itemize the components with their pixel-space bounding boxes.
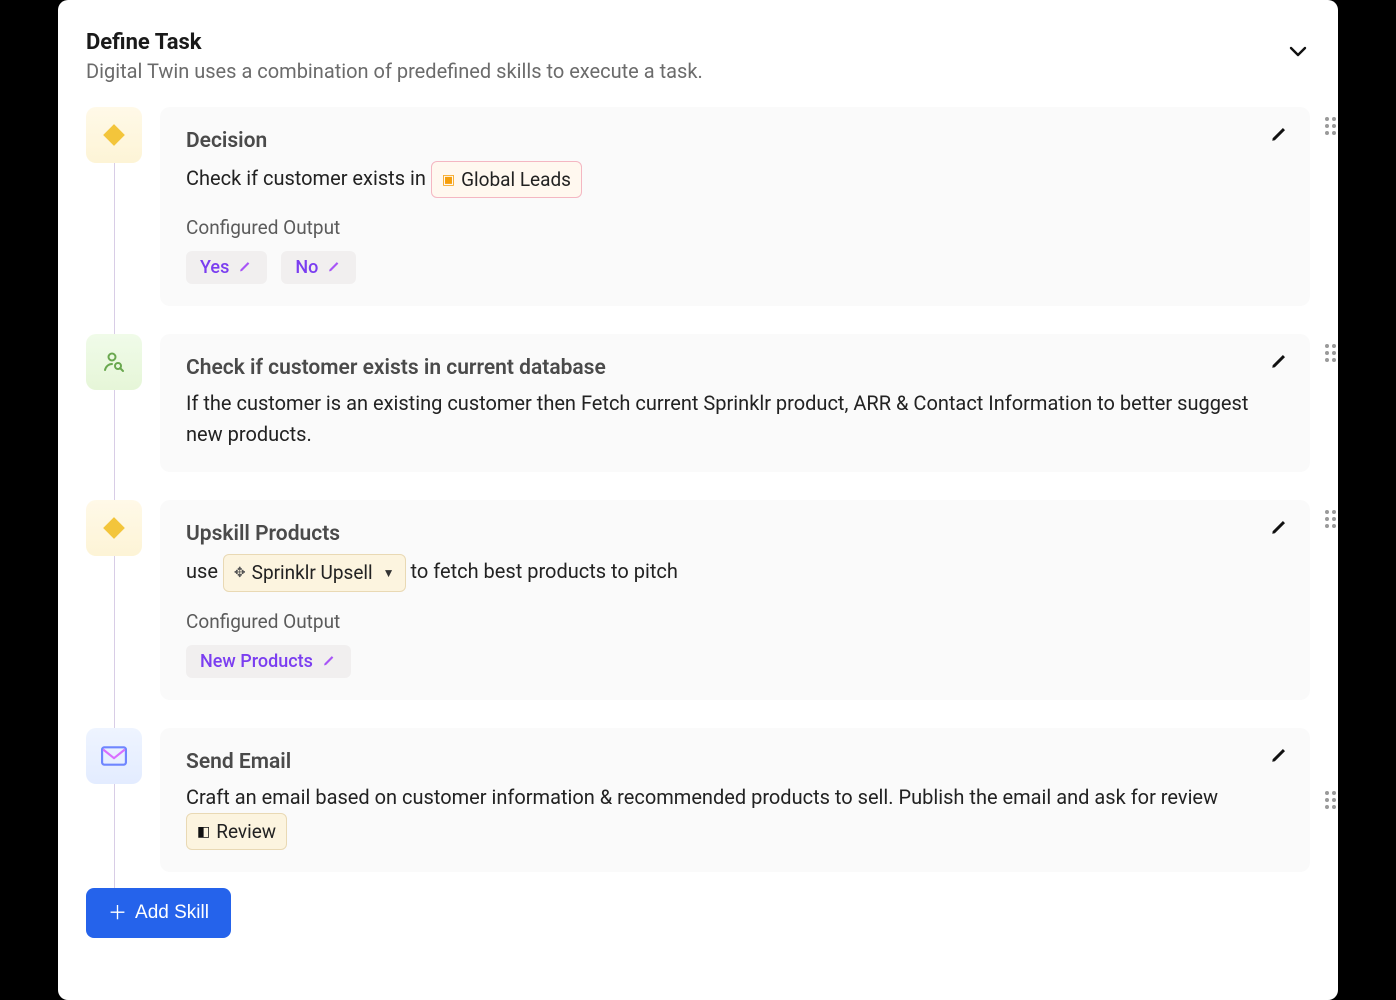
edit-step-button[interactable]: [1270, 125, 1288, 147]
tool-icon: ✥: [234, 566, 246, 580]
skill-step-send-email: Send Email Craft an email based on custo…: [86, 728, 1310, 872]
drag-handle[interactable]: [1325, 344, 1336, 362]
user-search-icon: [102, 350, 126, 374]
output-chips: Yes No: [186, 251, 1284, 284]
drag-handle[interactable]: [1325, 510, 1336, 528]
skill-step-upskill-products: Upskill Products use ✥ Sprinklr Upsell ▼…: [86, 500, 1310, 699]
skill-step-check-customer: Check if customer exists in current data…: [86, 334, 1310, 472]
pencil-icon: [1270, 518, 1288, 536]
step-description: Craft an email based on customer informa…: [186, 782, 1284, 850]
email-icon: [101, 746, 127, 766]
entity-pill-global-leads[interactable]: ▣ Global Leads: [431, 161, 582, 198]
review-icon: ◧: [197, 825, 210, 839]
diamond-icon: [101, 122, 127, 148]
output-chip-no[interactable]: No: [281, 251, 356, 284]
pencil-icon: [1270, 746, 1288, 764]
chip-label: Yes: [200, 257, 229, 278]
define-task-panel: Define Task Digital Twin uses a combinat…: [58, 0, 1338, 1000]
step-card: Check if customer exists in current data…: [160, 334, 1310, 472]
header-text: Define Task Digital Twin uses a combinat…: [86, 30, 703, 83]
diamond-icon: [101, 515, 127, 541]
panel-header: Define Task Digital Twin uses a combinat…: [86, 30, 1310, 83]
collapse-toggle[interactable]: [1286, 40, 1310, 68]
add-skill-label: Add Skill: [135, 902, 209, 924]
chat-icon: ▣: [442, 173, 455, 187]
step-title: Send Email: [186, 750, 1284, 774]
drag-handle[interactable]: [1325, 117, 1336, 135]
entity-pill-review[interactable]: ◧ Review: [186, 813, 287, 850]
step-card: Send Email Craft an email based on custo…: [160, 728, 1310, 872]
pencil-icon: [1270, 352, 1288, 370]
chip-label: New Products: [200, 651, 313, 672]
desc-text: to fetch best products to pitch: [411, 559, 678, 583]
add-skill-button[interactable]: ＋ Add Skill: [86, 888, 231, 938]
skill-step-decision: Decision Check if customer exists in ▣ G…: [86, 107, 1310, 306]
configured-output-label: Configured Output: [186, 216, 1284, 239]
step-card: Upskill Products use ✥ Sprinklr Upsell ▼…: [160, 500, 1310, 699]
edit-step-button[interactable]: [1270, 746, 1288, 768]
edit-step-button[interactable]: [1270, 352, 1288, 374]
page-subtitle: Digital Twin uses a combination of prede…: [86, 59, 703, 83]
step-description: If the customer is an existing customer …: [186, 388, 1284, 450]
configured-output-label: Configured Output: [186, 610, 1284, 633]
output-chip-new-products[interactable]: New Products: [186, 645, 351, 678]
output-chips: New Products: [186, 645, 1284, 678]
step-description: use ✥ Sprinklr Upsell ▼ to fetch best pr…: [186, 554, 1284, 591]
caret-down-icon: ▼: [383, 564, 395, 583]
step-icon: [86, 500, 142, 556]
pill-label: Review: [216, 817, 276, 846]
entity-pill-sprinklr-upsell[interactable]: ✥ Sprinklr Upsell ▼: [223, 554, 406, 591]
chip-label: No: [295, 257, 318, 278]
edit-chip-icon: [326, 257, 342, 278]
step-icon: [86, 334, 142, 390]
step-icon: [86, 728, 142, 784]
desc-text: Check if customer exists in: [186, 166, 431, 190]
chevron-down-icon: [1286, 40, 1310, 64]
plus-icon: ＋: [108, 906, 127, 921]
edit-step-button[interactable]: [1270, 518, 1288, 540]
step-title: Upskill Products: [186, 522, 1284, 546]
page-title: Define Task: [86, 30, 703, 55]
step-icon: [86, 107, 142, 163]
step-title: Check if customer exists in current data…: [186, 356, 1284, 380]
pill-label: Sprinklr Upsell: [252, 558, 373, 587]
desc-text: Craft an email based on customer informa…: [186, 785, 1218, 809]
output-chip-yes[interactable]: Yes: [186, 251, 267, 284]
pencil-icon: [1270, 125, 1288, 143]
step-title: Decision: [186, 129, 1284, 153]
task-timeline: Decision Check if customer exists in ▣ G…: [86, 107, 1310, 938]
step-card: Decision Check if customer exists in ▣ G…: [160, 107, 1310, 306]
edit-chip-icon: [321, 651, 337, 672]
edit-chip-icon: [237, 257, 253, 278]
pill-label: Global Leads: [461, 165, 571, 194]
step-description: Check if customer exists in ▣ Global Lea…: [186, 161, 1284, 198]
drag-handle[interactable]: [1325, 791, 1336, 809]
desc-text: use: [186, 559, 223, 583]
